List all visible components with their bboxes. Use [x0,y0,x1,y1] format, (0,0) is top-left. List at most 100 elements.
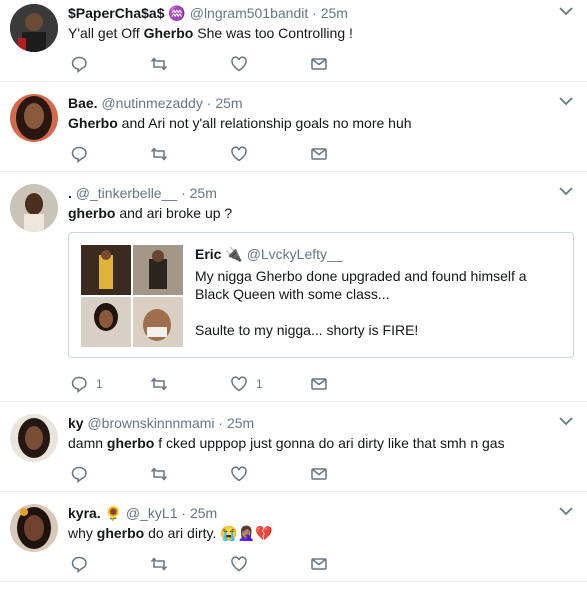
envelope-icon [311,58,327,70]
reply-icon [71,466,87,483]
separator: · [181,505,187,521]
tweet[interactable]: ky @brownskinnnmami · 25m damn gherbo f … [0,410,587,492]
retweet-icon [150,467,168,481]
direct-message-button[interactable] [310,374,328,394]
username[interactable]: @_kyL1 [126,505,178,521]
retweet-button[interactable] [150,54,168,74]
text-segment: and Ari not y'all relationship goals no … [117,115,412,131]
direct-message-button[interactable] [310,554,328,574]
avatar[interactable] [10,414,58,462]
heart-icon [231,376,247,392]
retweet-button[interactable] [150,374,168,394]
tweet-header: $PaperCha$a$ ♒ @lngram501bandit · 25m [68,4,348,22]
quoted-tweet[interactable]: Eric 🔌 @LvckyLefty__ My nigga Gherbo don… [68,232,574,358]
chevron-down-icon[interactable] [559,96,573,106]
separator: · [312,5,317,21]
highlighted-term: gherbo [96,525,145,541]
timestamp[interactable]: 25m [215,95,242,111]
quoted-photo[interactable] [133,297,183,347]
heart-icon [231,146,247,162]
envelope-icon [311,378,327,390]
display-name[interactable]: . [68,185,72,201]
reply-button[interactable]: 1 [70,374,103,394]
reply-button[interactable] [70,54,88,74]
reply-count: 1 [96,377,103,391]
quoted-photo[interactable] [133,245,183,295]
tweet-header: ky @brownskinnnmami · 25m [68,414,254,432]
display-name[interactable]: $PaperCha$a$ [68,5,165,21]
display-name[interactable]: ky [68,415,84,431]
display-name[interactable]: kyra. [68,505,101,521]
like-button[interactable] [230,54,248,74]
retweet-button[interactable] [150,554,168,574]
quoted-tweet-header: Eric 🔌 @LvckyLefty__ [195,245,343,263]
quoted-username[interactable]: @LvckyLefty__ [247,246,343,262]
text-segment: damn [68,435,107,451]
tweet-header: Bae. @nutinmezaddy · 25m [68,94,243,112]
tweet[interactable]: . @_tinkerbelle__ · 25m gherbo and ari b… [0,180,587,402]
chevron-down-icon[interactable] [559,506,573,516]
chevron-down-icon[interactable] [559,416,573,426]
separator: · [181,185,186,201]
reply-button[interactable] [70,144,88,164]
quoted-photo[interactable] [81,297,131,347]
tweet-text: gherbo and ari broke up ? [68,204,232,222]
direct-message-button[interactable] [310,54,328,74]
like-button[interactable] [230,554,248,574]
reply-button[interactable] [70,554,88,574]
avatar[interactable] [10,94,58,142]
avatar[interactable] [10,504,58,552]
text-emoji: 😭🤦🏽‍♀️💔 [220,525,273,541]
envelope-icon [311,468,327,480]
reply-button[interactable] [70,464,88,484]
tweet[interactable]: kyra. 🌻 @_kyL1 · 25m why gherbo do ari d… [0,500,587,582]
quoted-display-name[interactable]: Eric [195,246,221,262]
chevron-down-icon[interactable] [559,186,573,196]
text-segment: why [68,525,97,541]
display-name[interactable]: Bae. [68,95,98,111]
reply-icon [71,56,87,73]
timestamp[interactable]: 25m [321,5,348,21]
tweet[interactable]: Bae. @nutinmezaddy · 25m Gherbo and Ari … [0,90,587,172]
like-button[interactable] [230,464,248,484]
text-segment: f cked upppop just gonna do ari dirty li… [154,435,505,451]
envelope-icon [311,148,327,160]
username[interactable]: @_tinkerbelle__ [76,185,177,201]
tweet-actions [68,554,368,574]
highlighted-term: gherbo [68,205,116,221]
reply-icon [71,556,87,573]
like-button[interactable]: 1 [230,374,263,394]
sunflower-emoji: 🌻 [104,505,123,521]
reply-icon [71,146,87,163]
direct-message-button[interactable] [310,144,328,164]
like-count: 1 [256,377,263,391]
retweet-button[interactable] [150,464,168,484]
text-segment: She was too Controlling ! [193,25,353,41]
tweet-header: . @_tinkerbelle__ · 25m [68,184,217,202]
direct-message-button[interactable] [310,464,328,484]
username[interactable]: @nutinmezaddy [101,95,202,111]
tweet-text: damn gherbo f cked upppop just gonna do … [68,434,505,452]
timestamp[interactable]: 25m [190,185,217,201]
like-button[interactable] [230,144,248,164]
tweet-actions [68,144,368,164]
timestamp[interactable]: 25m [227,415,254,431]
tweet-text: why gherbo do ari dirty. 😭🤦🏽‍♀️💔 [68,524,273,542]
username[interactable]: @brownskinnnmami [87,415,214,431]
username[interactable]: @lngram501bandit [190,5,309,21]
highlighted-term: Gherbo [143,25,194,41]
avatar[interactable] [10,4,58,52]
text-segment: Y'all get Off [68,25,144,41]
tweet-header: kyra. 🌻 @_kyL1 · 25m [68,504,217,522]
tweet-text: Gherbo and Ari not y'all relationship go… [68,114,412,132]
avatar[interactable] [10,184,58,232]
tweet[interactable]: $PaperCha$a$ ♒ @lngram501bandit · 25m Y'… [0,0,587,82]
envelope-icon [311,558,327,570]
timestamp[interactable]: 25m [190,505,217,521]
text-segment: do ari dirty. [144,525,221,541]
quoted-photo[interactable] [81,245,131,295]
retweet-button[interactable] [150,144,168,164]
chevron-down-icon[interactable] [559,6,573,16]
reply-icon [71,376,87,393]
timeline-feed: $PaperCha$a$ ♒ @lngram501bandit · 25m Y'… [0,0,587,591]
